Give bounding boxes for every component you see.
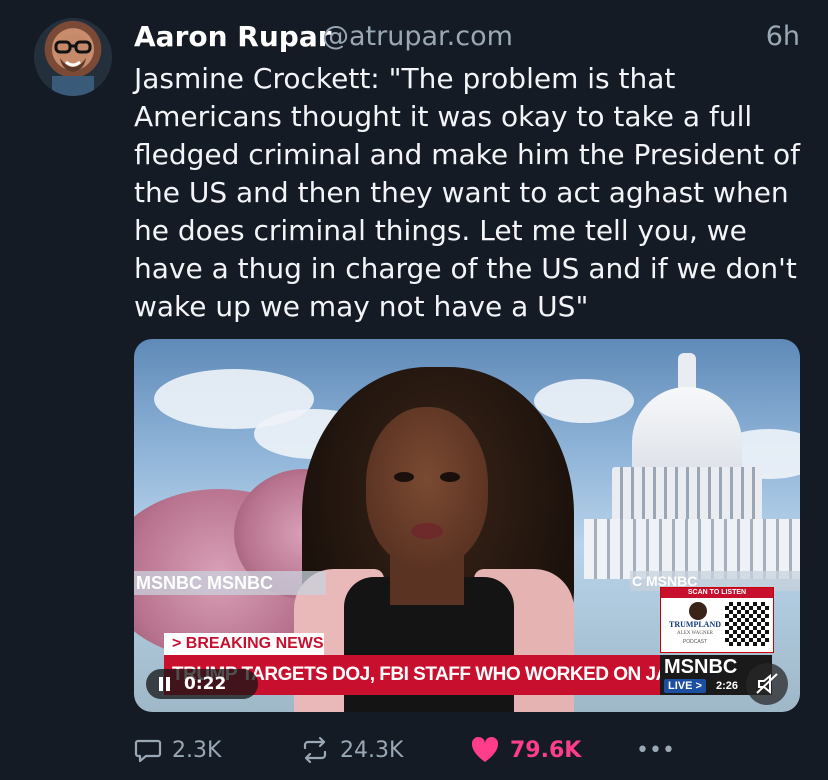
like-button[interactable]: 79.6K (470, 730, 581, 770)
qr-header: SCAN TO LISTEN (661, 588, 773, 598)
like-count: 79.6K (510, 737, 582, 763)
post-header: Aaron Rupar @atrupar.com 6h (134, 20, 804, 56)
pause-icon[interactable] (158, 677, 172, 691)
avatar-face-image (52, 34, 94, 96)
anchor-features (394, 472, 460, 539)
live-time: 2:26 (716, 680, 739, 692)
live-label: LIVE > (664, 679, 706, 693)
capitol-base (584, 519, 800, 579)
reply-button[interactable]: 2.3K (134, 730, 221, 770)
breaking-news-label: > BREAKING NEWS (164, 633, 324, 655)
reply-icon (134, 739, 162, 763)
msnbc-strip-left: MSNBC MSNBC (134, 571, 326, 595)
playback-control[interactable]: 0:22 (146, 669, 258, 699)
mute-icon (756, 673, 778, 695)
post-timestamp[interactable]: 6h (766, 21, 800, 52)
repost-icon (303, 736, 327, 764)
qr-title: TRUMPLAND (669, 620, 721, 629)
author-handle[interactable]: @atrupar.com (322, 21, 513, 52)
heart-icon (471, 736, 499, 762)
qr-podcast: PODCAST (682, 639, 708, 645)
repost-button[interactable]: 24.3K (300, 730, 403, 770)
more-icon: ••• (636, 737, 675, 763)
mute-button[interactable] (746, 663, 788, 705)
author-avatar[interactable] (34, 18, 112, 96)
anchor-face (366, 407, 488, 567)
reply-count: 2.3K (172, 737, 222, 763)
video-player[interactable]: MSNBC MSNBC C MSNBC SCAN TO LISTEN TRUMP… (134, 339, 800, 712)
post-text: Jasmine Crockett: "The problem is that A… (134, 62, 801, 323)
sky-cloud (534, 379, 634, 423)
author-name[interactable]: Aaron Rupar (134, 20, 332, 53)
podcast-qr-ad: SCAN TO LISTEN TRUMPLAND ALEX WAGNER POD… (660, 587, 774, 653)
repost-count: 24.3K (340, 737, 404, 763)
qr-code (725, 602, 769, 646)
capitol-drum (612, 467, 762, 527)
more-button[interactable]: ••• (636, 730, 675, 770)
qr-host: ALEX WAGNER (677, 631, 713, 636)
post-actions: 2.3K 24.3K 79.6K ••• (134, 730, 814, 770)
host-photo (689, 602, 707, 620)
playback-time: 0:22 (184, 674, 227, 694)
